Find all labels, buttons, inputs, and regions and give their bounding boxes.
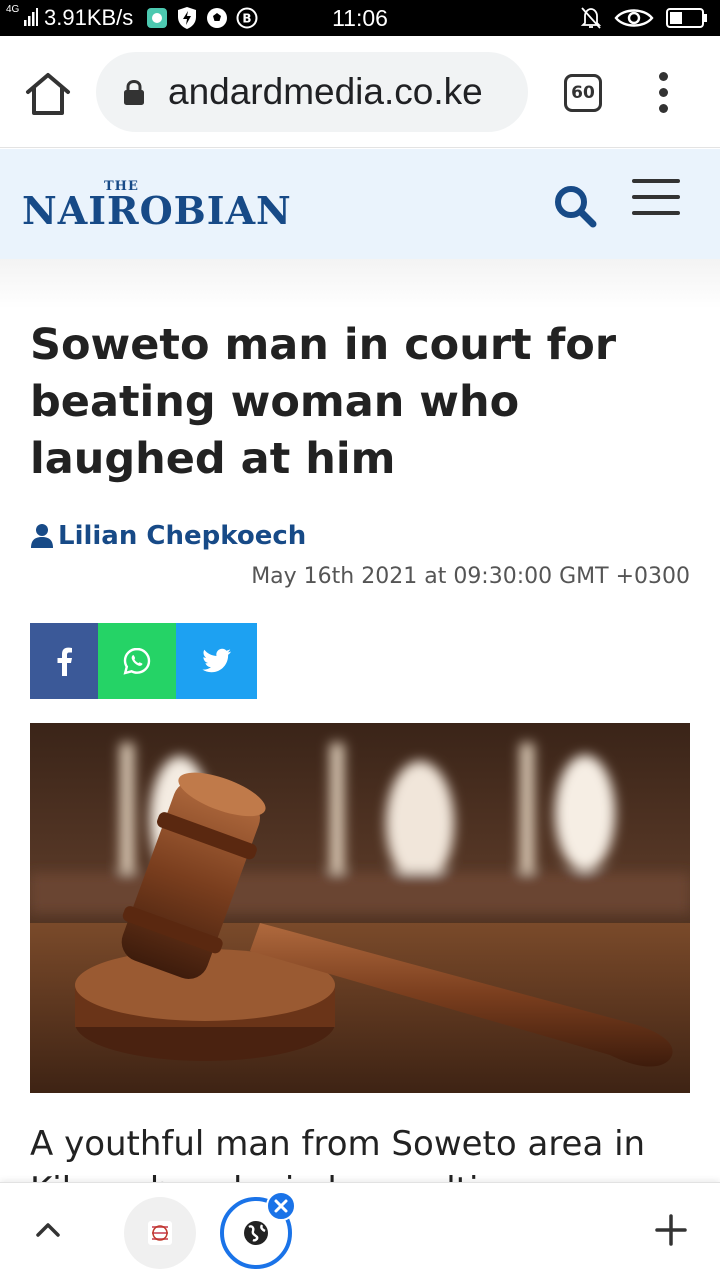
- tab-thumbnail[interactable]: [124, 1197, 196, 1269]
- close-icon: [274, 1199, 288, 1213]
- browser-toolbar: andardmedia.co.ke 60: [0, 36, 720, 148]
- battery-icon: [666, 8, 707, 28]
- browser-menu-button[interactable]: [652, 72, 676, 114]
- share-bar: [30, 623, 257, 699]
- plus-icon[interactable]: [654, 1213, 688, 1247]
- tab-switcher-button[interactable]: 60: [564, 74, 602, 112]
- chevron-up-icon[interactable]: [30, 1211, 66, 1247]
- twitter-share-button[interactable]: [176, 623, 257, 699]
- url-text[interactable]: andardmedia.co.ke: [168, 70, 483, 114]
- lead-line-1: A youthful man from Soweto area in: [30, 1124, 646, 1164]
- url-bar[interactable]: andardmedia.co.ke: [96, 52, 528, 132]
- whatsapp-icon: [123, 647, 151, 675]
- browser-bottom-bar: [0, 1182, 720, 1280]
- status-bar: 4G 3.91KB/s B 11:06: [0, 0, 720, 36]
- article-content: Soweto man in court for beating woman wh…: [0, 259, 720, 1210]
- user-icon: [31, 524, 53, 548]
- publish-date: May 16th 2021 at 09:30:00 GMT +0300: [251, 564, 690, 589]
- logo-name: NAIROBIAN: [22, 188, 292, 233]
- author-name[interactable]: Lilian Chepkoech: [58, 521, 306, 551]
- whatsapp-share-button[interactable]: [98, 623, 176, 699]
- search-icon[interactable]: [552, 183, 598, 229]
- facebook-icon: [57, 647, 72, 676]
- eye-icon: [614, 9, 654, 27]
- header-shadow: [0, 259, 720, 309]
- article-headline: Soweto man in court for beating woman wh…: [30, 320, 617, 484]
- hamburger-menu-icon[interactable]: [632, 177, 682, 217]
- bell-off-icon: [580, 7, 602, 29]
- home-icon[interactable]: [22, 72, 74, 116]
- author-byline[interactable]: Lilian Chepkoech: [30, 519, 306, 553]
- gavel-image: [30, 723, 690, 1093]
- site-favicon: [148, 1221, 172, 1245]
- close-tab-button[interactable]: [266, 1191, 296, 1221]
- twitter-icon: [201, 648, 231, 673]
- site-header: THE NAIROBIAN: [0, 149, 720, 259]
- article-image-gavel: [30, 723, 690, 1093]
- facebook-share-button[interactable]: [30, 623, 98, 699]
- lock-icon: [124, 80, 144, 105]
